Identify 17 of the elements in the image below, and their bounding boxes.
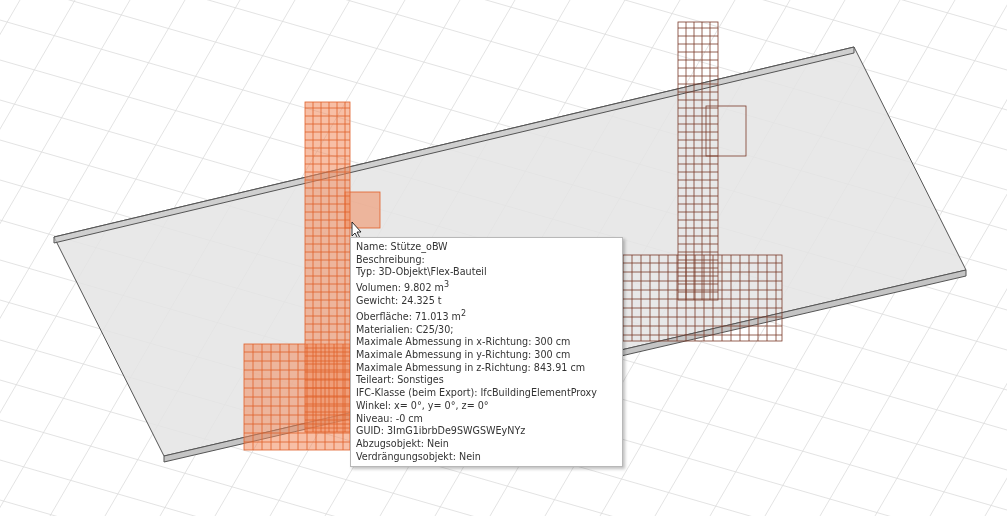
tooltip-line: Maximale Abmessung in z-Richtung: 843.91 cm xyxy=(356,361,587,375)
tooltip-line: Typ: 3D-Objekt\Flex-Bauteil xyxy=(356,266,488,280)
tooltip-line: Gewicht: 24.325 t xyxy=(356,295,443,308)
tooltip-line: Materialien: C25/30; xyxy=(356,323,455,337)
tooltip-line: Abzugsobjekt: Nein xyxy=(356,437,450,451)
tooltip-line: Oberfläche: 71.013 m$^{2}$ xyxy=(356,307,467,324)
tooltip-line: Winkel: x= 0°, y= 0°, z= 0° xyxy=(356,399,490,413)
tooltip-line: Volumen: 9.802 m$^{3}$ xyxy=(356,279,450,295)
tooltip-line: Beschreibung: xyxy=(356,253,426,267)
tooltip-line: Name: Stütze_oBW xyxy=(356,241,449,254)
tooltip-line: Verdrängungsobjekt: Nein xyxy=(356,450,482,464)
tooltip-line: Maximale Abmessung in x-Richtung: 300 cm xyxy=(356,336,572,349)
tooltip-line: Teileart: Sonstiges xyxy=(356,374,445,388)
tooltip-line: GUID: 3ImG1ibrbDe9SWGSWEyNYz xyxy=(356,425,527,438)
tooltip-line: IFC-Klasse (beim Export): IfcBuildingElementProxy xyxy=(356,387,598,400)
tooltip-line: Maximale Abmessung in y-Richtung: 300 cm xyxy=(356,349,572,362)
tooltip-line: Niveau: -0 cm xyxy=(356,412,424,426)
